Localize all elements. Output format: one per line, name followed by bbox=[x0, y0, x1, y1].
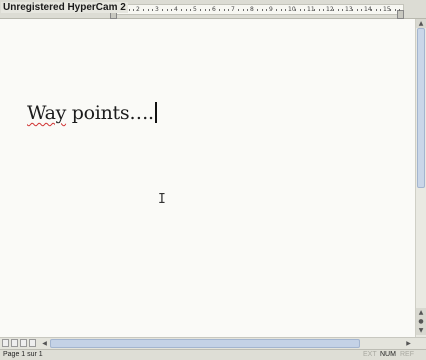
ruler-tick bbox=[375, 9, 377, 11]
ruler-tick bbox=[394, 9, 396, 11]
ext-indicator[interactable]: EXT bbox=[363, 350, 377, 360]
ruler-number: 4 bbox=[174, 6, 178, 13]
ruler-tick bbox=[332, 9, 334, 11]
ruler-tick bbox=[304, 9, 306, 11]
ruler-tick bbox=[370, 9, 372, 11]
previous-page-icon[interactable]: ▲ bbox=[416, 308, 426, 317]
vertical-scroll-thumb[interactable] bbox=[417, 28, 425, 188]
ruler-tick bbox=[285, 9, 287, 11]
ruler-tick bbox=[133, 9, 135, 11]
word-processor-window: 123456789101112131415 Unregistered Hyper… bbox=[0, 0, 426, 360]
ruler-tick bbox=[280, 9, 282, 11]
ref-indicator[interactable]: REF bbox=[400, 350, 414, 360]
ruler-tick bbox=[247, 9, 249, 11]
hypercam-watermark: Unregistered HyperCam 2 bbox=[1, 2, 128, 13]
document-ellipsis: …. bbox=[129, 102, 154, 124]
ruler-tick bbox=[323, 9, 325, 11]
horizontal-scroll-thumb[interactable] bbox=[50, 339, 360, 348]
ruler-tick bbox=[228, 9, 230, 11]
ruler-bar: 123456789101112131415 Unregistered Hyper… bbox=[0, 0, 426, 19]
horizontal-ruler[interactable]: 123456789101112131415 bbox=[110, 4, 404, 19]
num-indicator[interactable]: NUM bbox=[380, 350, 396, 360]
ruler-tick bbox=[185, 9, 187, 11]
ruler-tick bbox=[199, 9, 201, 11]
document-text[interactable]: Way points…. bbox=[27, 102, 157, 124]
ruler-tick bbox=[356, 9, 358, 11]
misspelled-word[interactable]: Way bbox=[27, 102, 66, 124]
ruler-tick bbox=[142, 9, 144, 11]
ruler-tick bbox=[399, 9, 401, 11]
ruler-tick bbox=[361, 9, 363, 11]
ruler-tick bbox=[313, 9, 315, 11]
ruler-tick bbox=[237, 9, 239, 11]
ruler-tick bbox=[389, 9, 391, 11]
ruler-number: 6 bbox=[212, 6, 216, 13]
ruler-tick bbox=[147, 9, 149, 11]
ruler-tick bbox=[337, 9, 339, 11]
ruler-tick bbox=[128, 9, 130, 11]
ruler-number: 5 bbox=[193, 6, 197, 13]
ruler-tick bbox=[190, 9, 192, 11]
ruler-tick bbox=[218, 9, 220, 11]
ruler-tick bbox=[171, 9, 173, 11]
ruler-tick bbox=[242, 9, 244, 11]
document-word: points bbox=[71, 102, 130, 124]
ruler-tick bbox=[166, 9, 168, 11]
ruler-tick bbox=[209, 9, 211, 11]
scroll-right-icon[interactable]: ▶ bbox=[404, 339, 413, 348]
ruler-tick bbox=[223, 9, 225, 11]
ruler-tick bbox=[256, 9, 258, 11]
page-indicator: Page 1 sur 1 bbox=[3, 351, 43, 358]
next-page-icon[interactable]: ▼ bbox=[416, 326, 426, 335]
browse-object-icon[interactable]: ● bbox=[416, 317, 426, 326]
vertical-scrollbar[interactable]: ▲ ▲ ● ▼ bbox=[415, 19, 426, 337]
ruler-tick bbox=[266, 9, 268, 11]
scroll-left-icon[interactable]: ◀ bbox=[40, 339, 49, 348]
web-layout-icon[interactable] bbox=[11, 339, 18, 347]
status-bar: Page 1 sur 1 EXT NUM REF bbox=[0, 349, 426, 360]
ruler-number: 9 bbox=[269, 6, 273, 13]
ruler-number: 7 bbox=[231, 6, 235, 13]
ruler-tick bbox=[318, 9, 320, 11]
print-layout-icon[interactable] bbox=[20, 339, 27, 347]
ruler-tick bbox=[204, 9, 206, 11]
ruler-tick bbox=[380, 9, 382, 11]
document-page[interactable]: Way points…. I bbox=[0, 19, 415, 337]
ruler-tick bbox=[261, 9, 263, 11]
normal-view-icon[interactable] bbox=[2, 339, 9, 347]
ruler-tick bbox=[294, 9, 296, 11]
ruler-tick bbox=[342, 9, 344, 11]
ruler-number: 3 bbox=[155, 6, 159, 13]
ruler-number: 2 bbox=[136, 6, 140, 13]
horizontal-scrollbar[interactable]: ◀ ▶ bbox=[0, 337, 426, 349]
outline-view-icon[interactable] bbox=[29, 339, 36, 347]
ruler-tick bbox=[152, 9, 154, 11]
ruler-number: 8 bbox=[250, 6, 254, 13]
scroll-up-icon[interactable]: ▲ bbox=[416, 19, 426, 28]
ruler-tick bbox=[180, 9, 182, 11]
ibeam-cursor-icon: I bbox=[158, 192, 166, 207]
right-indent-marker[interactable] bbox=[397, 10, 404, 19]
ruler-tick bbox=[161, 9, 163, 11]
text-caret bbox=[154, 102, 157, 123]
ruler-tick bbox=[275, 9, 277, 11]
ruler-tick bbox=[299, 9, 301, 11]
ruler-tick bbox=[351, 9, 353, 11]
